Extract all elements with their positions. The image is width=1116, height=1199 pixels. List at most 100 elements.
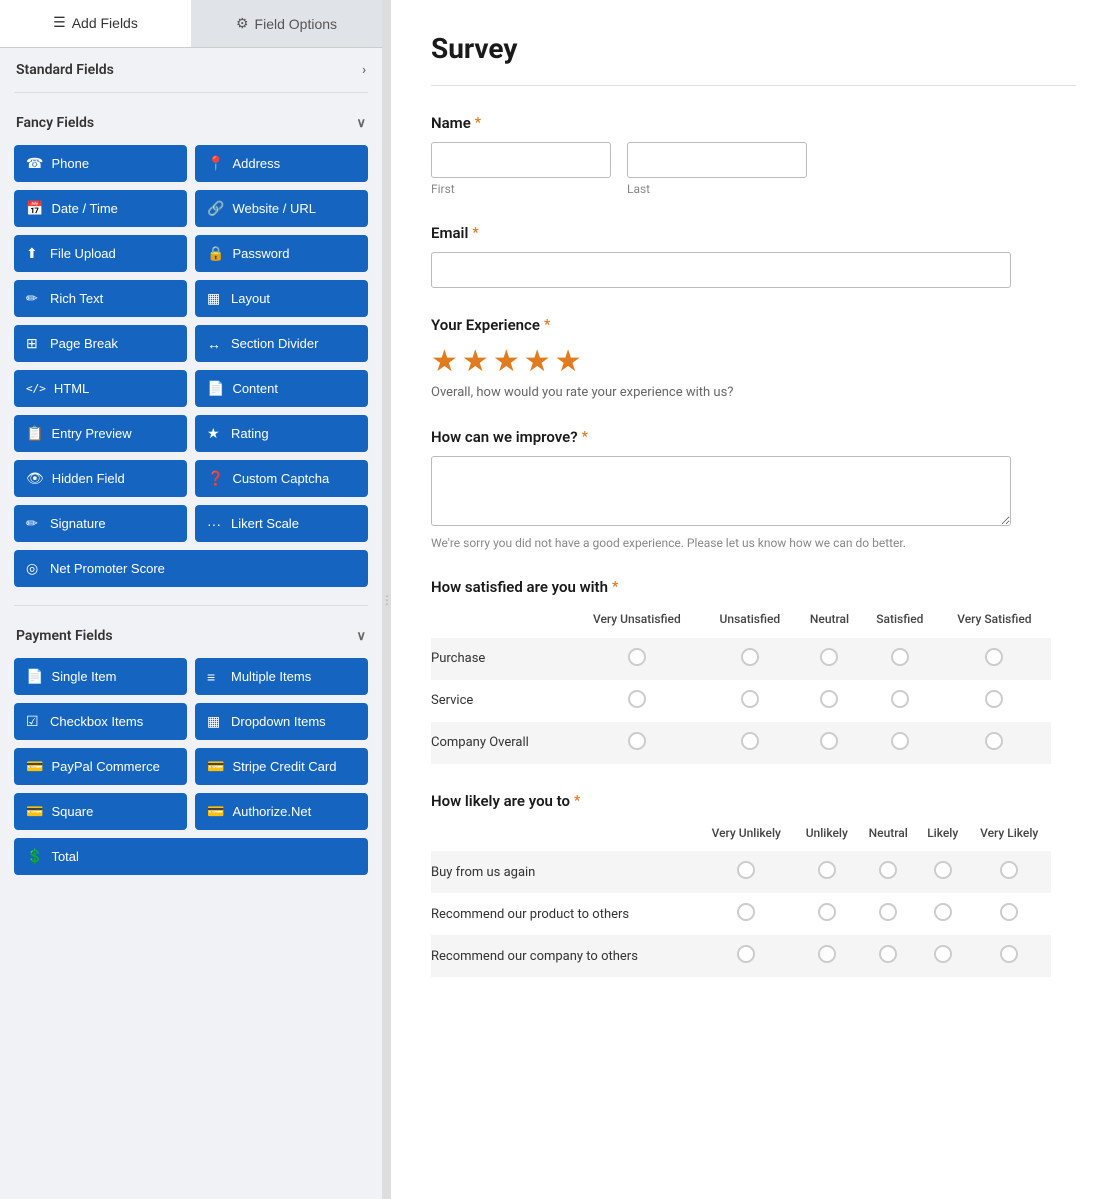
- field-group-name: Name * First Last: [431, 114, 1076, 196]
- radio-company-neutral[interactable]: [820, 732, 838, 750]
- field-btn-date-time[interactable]: 📅 Date / Time: [14, 190, 187, 227]
- standard-fields-header[interactable]: Standard Fields ›: [0, 48, 382, 88]
- improve-textarea[interactable]: [431, 456, 1011, 526]
- radio-purchase-very-unsatisfied[interactable]: [628, 648, 646, 666]
- radio-recommend-company-neutral[interactable]: [879, 945, 897, 963]
- star-1[interactable]: ★: [431, 344, 458, 379]
- field-btn-page-break[interactable]: ⊞ Page Break: [14, 325, 187, 362]
- radio-buy-neutral[interactable]: [879, 861, 897, 879]
- likelihood-col-row-header: [431, 820, 697, 852]
- field-btn-file-upload[interactable]: ⬆ File Upload: [14, 235, 187, 272]
- field-btn-signature[interactable]: ✏ Signature: [14, 505, 187, 542]
- field-btn-paypal-commerce[interactable]: 💳 PayPal Commerce: [14, 748, 187, 785]
- field-btn-multiple-items-label: Multiple Items: [231, 669, 311, 684]
- field-btn-checkbox-items[interactable]: ☑ Checkbox Items: [14, 703, 187, 740]
- field-btn-website-url[interactable]: 🔗 Website / URL: [195, 190, 368, 227]
- satisfaction-table: Very Unsatisfied Unsatisfied Neutral Sat…: [431, 606, 1051, 764]
- field-btn-square[interactable]: 💳 Square: [14, 793, 187, 830]
- radio-buy-likely[interactable]: [934, 861, 952, 879]
- stripe-credit-card-icon: 💳: [207, 758, 224, 775]
- radio-purchase-very-satisfied[interactable]: [985, 648, 1003, 666]
- field-btn-paypal-commerce-label: PayPal Commerce: [51, 759, 159, 774]
- first-name-input[interactable]: [431, 142, 611, 178]
- field-btn-rating[interactable]: ★ Rating: [195, 415, 368, 452]
- field-btn-net-promoter-score[interactable]: ◎ Net Promoter Score: [14, 550, 368, 587]
- last-name-input[interactable]: [627, 142, 807, 178]
- multiple-items-icon: ≡: [207, 669, 223, 685]
- satisfaction-col-row-header: [431, 606, 571, 638]
- radio-recommend-company-unlikely[interactable]: [818, 945, 836, 963]
- fancy-fields-header[interactable]: Fancy Fields ∨: [0, 101, 382, 141]
- fancy-fields-chevron[interactable]: ∨: [356, 116, 366, 131]
- hidden-field-icon: 👁: [26, 470, 44, 487]
- field-btn-section-divider[interactable]: ↔ Section Divider: [195, 325, 368, 362]
- layout-icon: ▦: [207, 290, 223, 307]
- radio-buy-unlikely[interactable]: [818, 861, 836, 879]
- field-btn-single-item[interactable]: 📄 Single Item: [14, 658, 187, 695]
- field-btn-likert-scale[interactable]: ··· Likert Scale: [195, 505, 368, 542]
- radio-service-satisfied[interactable]: [891, 690, 909, 708]
- field-btn-html[interactable]: </> HTML: [14, 370, 187, 407]
- payment-fields-header[interactable]: Payment Fields ∨: [0, 614, 382, 654]
- radio-purchase-satisfied[interactable]: [891, 648, 909, 666]
- star-2[interactable]: ★: [462, 344, 489, 379]
- field-group-satisfaction: How satisfied are you with * Very Unsati…: [431, 578, 1076, 764]
- stars-row[interactable]: ★ ★ ★ ★ ★: [431, 344, 1076, 379]
- checkbox-items-icon: ☑: [26, 713, 42, 730]
- radio-company-very-unsatisfied[interactable]: [628, 732, 646, 750]
- star-4[interactable]: ★: [524, 344, 551, 379]
- required-star-likelihood: *: [574, 793, 580, 809]
- resize-handle[interactable]: ⋮: [383, 0, 391, 1199]
- file-upload-icon: ⬆: [26, 245, 42, 262]
- field-btn-stripe-credit-card[interactable]: 💳 Stripe Credit Card: [195, 748, 368, 785]
- star-5[interactable]: ★: [555, 344, 582, 379]
- field-btn-dropdown-items[interactable]: ▦ Dropdown Items: [195, 703, 368, 740]
- radio-company-satisfied[interactable]: [891, 732, 909, 750]
- field-group-email: Email *: [431, 224, 1076, 288]
- field-btn-total[interactable]: 💲 Total: [14, 838, 368, 875]
- field-btn-content-label: Content: [232, 381, 278, 396]
- radio-recommend-product-neutral[interactable]: [879, 903, 897, 921]
- field-btn-total-label: Total: [51, 849, 78, 864]
- radio-recommend-company-very-unlikely[interactable]: [737, 945, 755, 963]
- field-btn-custom-captcha-label: Custom Captcha: [232, 471, 329, 486]
- tab-add-fields[interactable]: ☰ Add Fields: [0, 0, 191, 47]
- radio-company-unsatisfied[interactable]: [741, 732, 759, 750]
- required-star-improve: *: [582, 429, 588, 445]
- radio-service-very-unsatisfied[interactable]: [628, 690, 646, 708]
- field-btn-authorize-net[interactable]: 💳 Authorize.Net: [195, 793, 368, 830]
- email-input[interactable]: [431, 252, 1011, 288]
- star-3[interactable]: ★: [493, 344, 520, 379]
- radio-recommend-product-unlikely[interactable]: [818, 903, 836, 921]
- field-btn-rich-text[interactable]: ✏ Rich Text: [14, 280, 187, 317]
- field-btn-custom-captcha[interactable]: ❓ Custom Captcha: [195, 460, 368, 497]
- field-btn-rating-label: Rating: [231, 426, 269, 441]
- field-btn-content[interactable]: 📄 Content: [195, 370, 368, 407]
- field-btn-multiple-items[interactable]: ≡ Multiple Items: [195, 658, 368, 695]
- radio-service-unsatisfied[interactable]: [741, 690, 759, 708]
- field-btn-password-label: Password: [232, 246, 289, 261]
- radio-purchase-unsatisfied[interactable]: [741, 648, 759, 666]
- radio-recommend-company-likely[interactable]: [934, 945, 952, 963]
- radio-service-neutral[interactable]: [820, 690, 838, 708]
- field-btn-hidden-field[interactable]: 👁 Hidden Field: [14, 460, 187, 497]
- payment-fields-chevron[interactable]: ∨: [356, 629, 366, 644]
- radio-recommend-product-likely[interactable]: [934, 903, 952, 921]
- field-btn-address[interactable]: 📍 Address: [195, 145, 368, 182]
- field-group-improve: How can we improve? * We're sorry you di…: [431, 428, 1076, 550]
- radio-service-very-satisfied[interactable]: [985, 690, 1003, 708]
- field-btn-layout[interactable]: ▦ Layout: [195, 280, 368, 317]
- tab-field-options[interactable]: ⚙ Field Options: [191, 0, 382, 47]
- radio-buy-very-unlikely[interactable]: [737, 861, 755, 879]
- radio-recommend-product-very-likely[interactable]: [1000, 903, 1018, 921]
- radio-purchase-neutral[interactable]: [820, 648, 838, 666]
- field-btn-password[interactable]: 🔒 Password: [195, 235, 368, 272]
- radio-buy-very-likely[interactable]: [1000, 861, 1018, 879]
- radio-recommend-company-very-likely[interactable]: [1000, 945, 1018, 963]
- radio-recommend-product-very-unlikely[interactable]: [737, 903, 755, 921]
- field-btn-website-label: Website / URL: [232, 201, 316, 216]
- field-btn-entry-preview[interactable]: 📋 Entry Preview: [14, 415, 187, 452]
- radio-company-very-satisfied[interactable]: [985, 732, 1003, 750]
- field-group-experience: Your Experience * ★ ★ ★ ★ ★ Overall, how…: [431, 316, 1076, 400]
- field-btn-phone[interactable]: ☎ Phone: [14, 145, 187, 182]
